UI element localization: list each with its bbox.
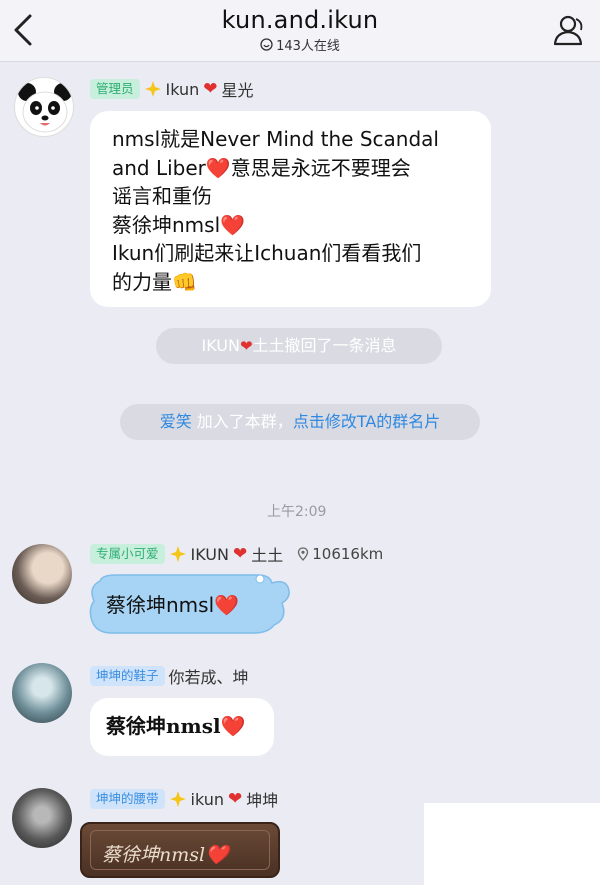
group-title: kun.and.ikun [221, 6, 379, 34]
blank-corner [424, 803, 600, 885]
recall-notice: IKUN❤土土撤回了一条消息 [156, 328, 442, 364]
message-line: nmsl就是Never Mind the Scandal [112, 127, 439, 151]
nickname-prefix: IKUN [190, 544, 229, 564]
heart-icon: ❤ [232, 543, 248, 564]
nickname-suffix: 坤坤 [246, 791, 279, 810]
message-line: 谣言和重伤 [112, 184, 212, 208]
sparkle-icon [169, 791, 186, 807]
location-info: 10616km [297, 545, 383, 563]
message-line: Ikun们刷起来让Ichuan们看看我们 [112, 241, 422, 265]
online-status: 143人在线 [0, 35, 600, 54]
nickname-prefix: Ikun [165, 79, 200, 99]
avatar-user[interactable] [12, 663, 72, 723]
nickname-suffix: 星光 [221, 81, 254, 100]
message-text: 蔡徐坤nmsl❤️ [106, 714, 246, 738]
message-bubble-cloud[interactable]: 蔡徐坤nmsl❤️ [88, 573, 292, 635]
avatar-user[interactable] [12, 788, 72, 848]
join-text: 加入了本群， [191, 412, 293, 431]
avatar-panda[interactable] [14, 77, 74, 137]
message-text: 蔡徐坤nmsl❤️ [102, 844, 229, 866]
sparkle-icon [144, 81, 161, 97]
message-bubble-scroll[interactable]: 蔡徐坤nmsl❤️ [80, 822, 280, 878]
nickname: 你若成、坤 [168, 668, 249, 687]
message-bubble[interactable]: nmsl就是Never Mind the Scandal and Liber❤️… [90, 111, 491, 307]
panda-avatar-icon [18, 83, 72, 133]
chat-header: kun.and.ikun 143人在线 [0, 0, 600, 62]
heart-icon: ❤ [239, 337, 253, 355]
distance: 10616km [312, 545, 384, 563]
join-notice: 爱笑 加入了本群，点击修改TA的群名片 [120, 404, 480, 440]
recall-user: IKUN [201, 336, 240, 355]
nickname-suffix: 土土 [251, 546, 284, 565]
sender-info: 坤坤的鞋子 你若成、坤 [90, 664, 249, 688]
message-line: and Liber❤️意思是永远不要理会 [112, 155, 411, 180]
edit-card-link[interactable]: 点击修改TA的群名片 [293, 412, 440, 431]
sender-info: 专属小可爱 IKUN ❤ 土土 10616km [90, 542, 383, 566]
title-tag: 坤坤的腰带 [90, 789, 165, 809]
title-tag: 专属小可爱 [90, 544, 165, 564]
nickname-prefix: ikun [190, 789, 225, 809]
message-line: 的力量👊 [112, 269, 197, 294]
message-bubble[interactable]: 蔡徐坤nmsl❤️ [90, 698, 274, 756]
group-profile-button[interactable] [552, 13, 586, 47]
heart-icon: ❤ [228, 788, 243, 809]
sender-info: 坤坤的腰带 ikun ❤ 坤坤 [90, 787, 278, 811]
message-line: 蔡徐坤nmsl❤️ [112, 212, 246, 237]
group-profile-icon [553, 15, 583, 46]
location-pin-icon [298, 547, 309, 561]
title-tag: 坤坤的鞋子 [90, 666, 165, 686]
recall-text: 土土撤回了一条消息 [252, 336, 397, 355]
join-user-link[interactable]: 爱笑 [160, 412, 192, 431]
sender-info: 管理员 Ikun ❤ 星光 [90, 77, 254, 101]
online-count: 143人在线 [276, 39, 340, 54]
heart-icon: ❤ [203, 78, 218, 99]
avatar-user[interactable] [12, 544, 72, 604]
sparkle-icon [169, 546, 186, 562]
message-text: 蔡徐坤nmsl❤️ [106, 593, 240, 617]
online-smile-icon [260, 38, 273, 51]
timestamp: 上午2:09 [267, 504, 327, 520]
role-tag: 管理员 [90, 79, 140, 99]
